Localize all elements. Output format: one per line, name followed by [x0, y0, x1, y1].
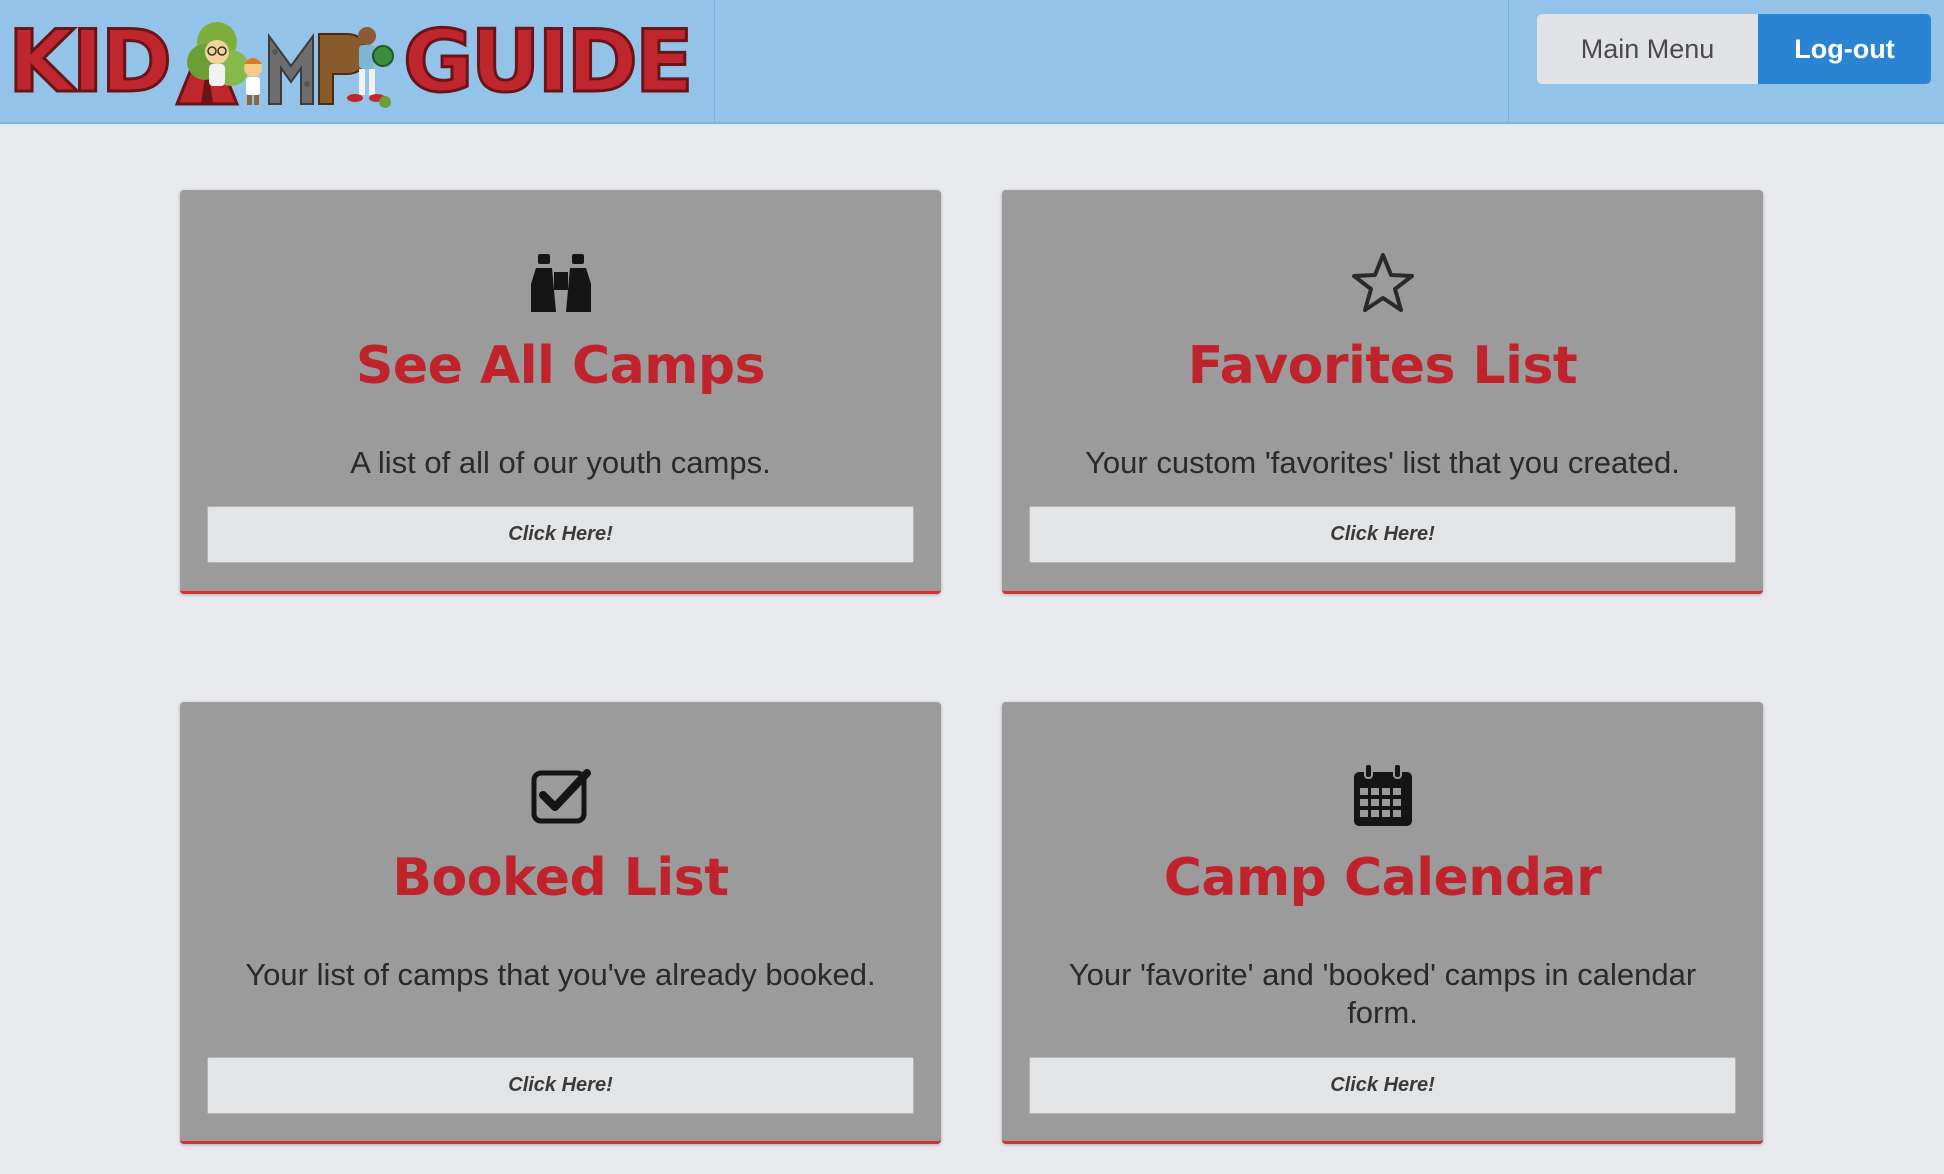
logout-button[interactable]: Log-out: [1758, 14, 1931, 84]
logo-text-left: KID: [6, 12, 173, 112]
booked-list-button[interactable]: Click Here!: [207, 1057, 914, 1114]
top-navigation-bar: KID GUIDE Main Menu Log-out: [0, 0, 1944, 124]
card-title: Favorites List: [1187, 336, 1578, 396]
card-see-all-camps: See All Camps A list of all of our youth…: [180, 190, 941, 594]
main-menu-button[interactable]: Main Menu: [1537, 14, 1758, 84]
site-logo[interactable]: KID GUIDE: [0, 0, 715, 124]
card-description: A list of all of our youth camps.: [350, 445, 771, 480]
calendar-icon: [1348, 760, 1418, 830]
header-button-group: Main Menu Log-out: [1537, 14, 1931, 84]
see-all-camps-button[interactable]: Click Here!: [207, 506, 914, 563]
card-title: Camp Calendar: [1163, 848, 1602, 908]
card-title: Booked List: [392, 848, 729, 908]
card-title: See All Camps: [355, 336, 766, 396]
card-description: Your list of camps that you've already b…: [245, 957, 876, 992]
logo-text-right: GUIDE: [402, 12, 696, 112]
card-booked-list: Booked List Your list of camps that you'…: [180, 702, 941, 1144]
favorites-list-button[interactable]: Click Here!: [1029, 506, 1736, 563]
header-divider: [1508, 0, 1509, 124]
logo-wordmark: KID GUIDE: [6, 12, 696, 112]
card-description: Your custom 'favorites' list that you cr…: [1085, 445, 1680, 480]
binoculars-icon: [526, 248, 596, 318]
card-description: Your 'favorite' and 'booked' camps in ca…: [1068, 957, 1697, 1030]
camp-calendar-button[interactable]: Click Here!: [1029, 1057, 1736, 1114]
checkbox-checked-icon: [526, 760, 596, 830]
logo-illustration: [174, 22, 395, 108]
card-camp-calendar: Camp Calendar Your 'favorite' and 'booke…: [1002, 702, 1763, 1144]
star-outline-icon: [1348, 248, 1418, 318]
card-favorites-list: Favorites List Your custom 'favorites' l…: [1002, 190, 1763, 594]
